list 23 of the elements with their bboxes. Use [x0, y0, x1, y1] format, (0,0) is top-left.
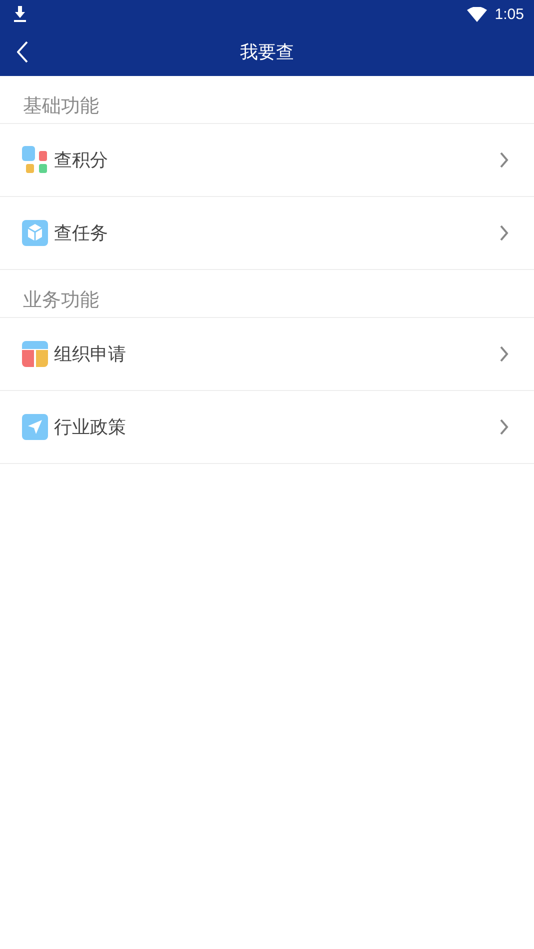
chevron-icon: [500, 225, 509, 241]
menu-item[interactable]: 行业政策: [0, 391, 534, 464]
back-icon[interactable]: [17, 41, 29, 63]
tiles-icon: [22, 146, 48, 174]
layout-icon: [22, 340, 48, 368]
clock-time: 1:05: [494, 6, 524, 22]
cube-icon: [22, 219, 48, 247]
item-label: 查积分: [54, 149, 109, 172]
menu-item[interactable]: 查任务: [0, 197, 534, 270]
section-header: 业务功能: [0, 270, 534, 318]
send-icon: [22, 413, 48, 441]
menu-item[interactable]: 查积分: [0, 124, 534, 197]
menu-item[interactable]: 组织申请: [0, 318, 534, 391]
chevron-icon: [500, 152, 509, 168]
page-title: 我要查: [239, 41, 295, 64]
item-label: 查任务: [54, 222, 109, 245]
wifi-icon: [466, 6, 487, 22]
item-label: 组织申请: [54, 343, 127, 366]
chevron-icon: [500, 346, 509, 362]
section-header: 基础功能: [0, 76, 534, 124]
download-icon: [13, 6, 27, 22]
item-label: 行业政策: [54, 416, 127, 439]
chevron-icon: [500, 419, 509, 435]
